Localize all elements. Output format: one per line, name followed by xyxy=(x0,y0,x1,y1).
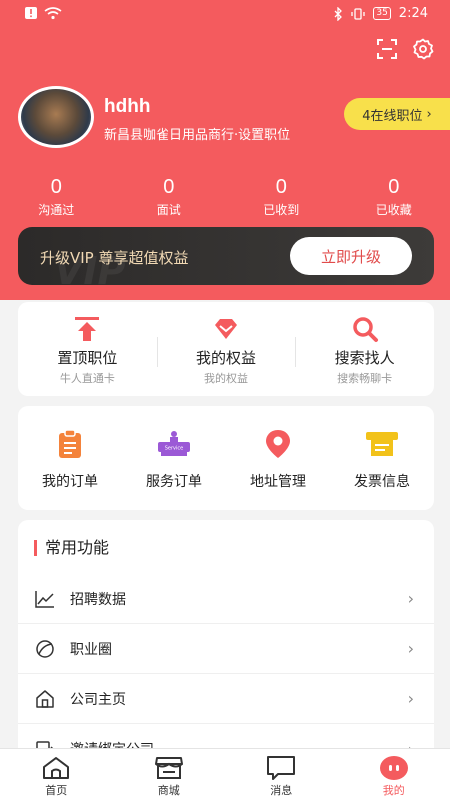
quick-subtitle: 牛人直通卡 xyxy=(59,371,115,385)
upgrade-button[interactable]: 立即升级 xyxy=(290,237,412,275)
online-jobs-badge[interactable]: 4在线职位 › xyxy=(344,98,450,130)
stat-value: 0 xyxy=(275,176,287,198)
order-label: 地址管理 xyxy=(250,474,306,490)
tab-shop[interactable]: 商城 xyxy=(113,749,226,800)
order-label: 发票信息 xyxy=(354,474,410,490)
quick-title: 我的权益 xyxy=(196,348,257,367)
chevron-right-icon: › xyxy=(407,589,414,608)
quick-title: 置顶职位 xyxy=(57,348,118,367)
my-orders[interactable]: 我的订单 xyxy=(18,425,122,491)
tab-messages[interactable]: 消息 xyxy=(225,749,338,800)
row-label: 招聘数据 xyxy=(70,591,126,608)
settings-gear-icon[interactable] xyxy=(412,38,434,60)
scan-icon[interactable] xyxy=(376,38,398,60)
message-icon xyxy=(267,756,296,780)
service-icon: Service xyxy=(158,431,190,456)
tab-label: 消息 xyxy=(270,784,293,797)
tab-label: 我的 xyxy=(382,784,405,797)
row-label: 公司主页 xyxy=(70,691,126,708)
row-label: 职业圈 xyxy=(70,641,112,658)
stat-received[interactable]: 0 已收到 xyxy=(225,176,338,218)
vip-banner[interactable]: VIP 升级VIP 尊享超值权益 立即升级 xyxy=(18,227,434,285)
quick-subtitle: 搜索畅聊卡 xyxy=(337,371,393,385)
chevron-right-icon: › xyxy=(407,639,414,658)
invoice-info[interactable]: 发票信息 xyxy=(330,425,434,491)
tab-label: 首页 xyxy=(45,784,68,797)
order-label: 我的订单 xyxy=(42,474,98,490)
shop-icon xyxy=(154,757,183,779)
battery-icon: 35 xyxy=(373,7,391,20)
order-label: 服务订单 xyxy=(146,474,202,490)
stat-label: 已收藏 xyxy=(375,203,412,217)
address-management[interactable]: 地址管理 xyxy=(226,425,330,491)
row-recruit-data[interactable]: 招聘数据 › xyxy=(18,574,434,624)
row-career-circle[interactable]: 职业圈 › xyxy=(18,624,434,674)
home-icon xyxy=(43,757,70,779)
quick-search-people[interactable]: 搜索找人 搜索畅聊卡 xyxy=(295,313,434,386)
stat-value: 0 xyxy=(50,176,62,198)
quick-my-rights[interactable]: 我的权益 我的权益 xyxy=(156,313,296,386)
tab-home[interactable]: 首页 xyxy=(0,749,113,800)
vip-text: 升级VIP 尊享超值权益 xyxy=(40,249,189,267)
stats-row: 0 沟通过 0 面试 0 已收到 0 已收藏 xyxy=(0,176,450,218)
stat-interview[interactable]: 0 面试 xyxy=(113,176,226,218)
stat-value: 0 xyxy=(163,176,175,198)
alert-icon xyxy=(25,7,37,19)
service-orders[interactable]: Service 服务订单 xyxy=(122,425,226,491)
stat-value: 0 xyxy=(388,176,400,198)
online-jobs-label: 4在线职位 xyxy=(362,108,423,124)
status-time: 2:24 xyxy=(398,6,428,21)
stat-favorited[interactable]: 0 已收藏 xyxy=(338,176,450,218)
home-outline-icon xyxy=(36,689,54,708)
status-bar: 35 2:24 xyxy=(0,0,450,28)
order-icon xyxy=(59,429,81,458)
wifi-icon xyxy=(44,7,62,20)
location-icon xyxy=(266,430,290,458)
common-functions-card: 常用功能 招聘数据 › 职业圈 › 公司主页 › 邀请绑定公司 › xyxy=(18,520,434,760)
company-label[interactable]: 新昌县咖雀日用品商行·设置职位 xyxy=(104,124,290,143)
top-arrow-icon xyxy=(75,316,100,341)
svg-text:Service: Service xyxy=(165,446,183,452)
quick-top-job[interactable]: 置顶职位 牛人直通卡 xyxy=(18,313,157,386)
chevron-right-icon: › xyxy=(426,106,432,122)
vibrate-icon xyxy=(351,7,365,20)
stat-label: 沟通过 xyxy=(38,203,75,217)
tab-mine[interactable]: 我的 xyxy=(338,749,450,800)
bluetooth-icon xyxy=(334,6,343,21)
row-company-home[interactable]: 公司主页 › xyxy=(18,674,434,724)
stat-label: 面试 xyxy=(156,203,181,217)
user-name: hdhh xyxy=(104,96,151,117)
chart-icon xyxy=(35,590,54,608)
search-icon xyxy=(352,316,378,342)
diamond-icon xyxy=(215,318,237,339)
quick-title: 搜索找人 xyxy=(334,348,395,367)
section-title: 常用功能 xyxy=(34,540,109,556)
tab-label: 商城 xyxy=(157,784,180,797)
bottom-tab-bar: 首页 商城 消息 我的 xyxy=(0,748,450,800)
stat-contacted[interactable]: 0 沟通过 xyxy=(0,176,113,218)
chevron-right-icon: › xyxy=(407,689,414,708)
quick-actions-card: 置顶职位 牛人直通卡 我的权益 我的权益 搜索找人 搜索畅聊卡 xyxy=(18,302,434,396)
invoice-icon xyxy=(366,432,398,456)
stat-label: 已收到 xyxy=(263,203,300,217)
orders-card: 我的订单 Service 服务订单 地址管理 发票信息 xyxy=(18,406,434,510)
circle-icon xyxy=(36,639,54,658)
quick-subtitle: 我的权益 xyxy=(204,371,248,385)
profile-icon xyxy=(379,756,408,780)
avatar[interactable] xyxy=(18,86,94,148)
